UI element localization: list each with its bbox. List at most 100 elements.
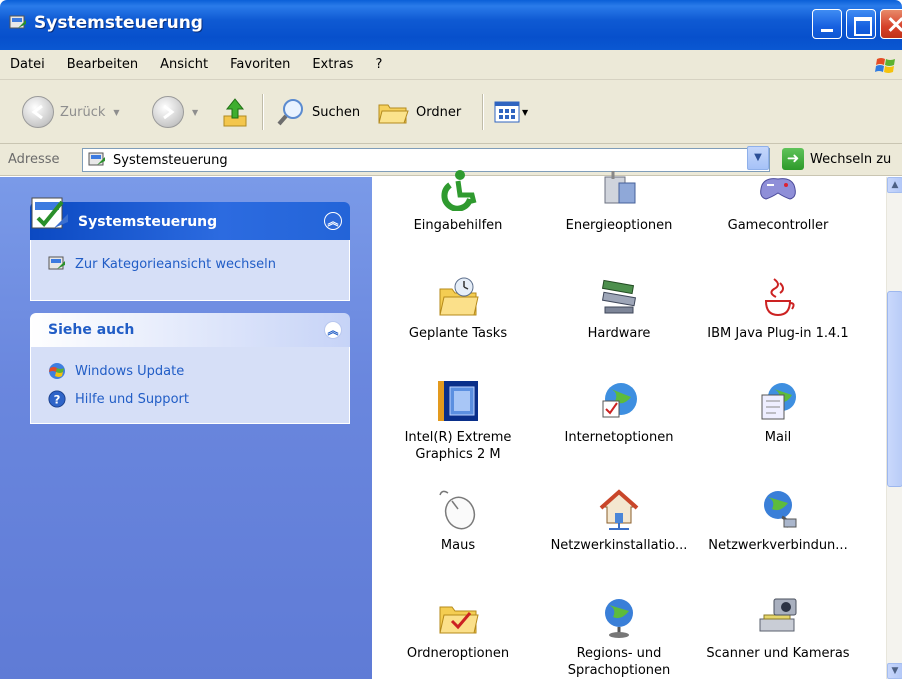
item-netzwerkverbindungen[interactable]: Netzwerkverbindun...	[698, 487, 858, 554]
control-panel-icon	[88, 152, 105, 166]
folder-up-icon	[223, 98, 247, 127]
folder-icon	[378, 104, 409, 124]
item-label: Energieoptionen	[565, 218, 673, 233]
help-support-label: Hilfe und Support	[75, 391, 189, 407]
see-also-box-header[interactable]: Siehe auch ︽	[30, 313, 350, 347]
folders-button[interactable]: Ordner	[376, 94, 461, 130]
close-button[interactable]	[880, 9, 902, 39]
scanner-camera-icon	[759, 598, 797, 632]
collapse-chevron-icon[interactable]: ︽	[324, 212, 342, 230]
toolbar-separator	[262, 94, 264, 130]
views-icon	[494, 101, 520, 123]
item-hardware[interactable]: Hardware	[539, 275, 699, 342]
item-scanner-kameras[interactable]: Scanner und Kameras	[698, 595, 858, 662]
views-button[interactable]: ▼	[494, 94, 528, 130]
item-ordneroptionen[interactable]: Ordneroptionen	[378, 595, 538, 662]
see-also-box-body: Windows Update ? Hilfe und Support	[30, 347, 350, 424]
menu-ansicht[interactable]: Ansicht	[150, 50, 220, 80]
windows-update-icon	[49, 363, 65, 379]
menu-datei[interactable]: Datei	[0, 50, 57, 80]
minimize-button[interactable]	[812, 9, 842, 39]
back-button[interactable]: Zurück ▼	[22, 94, 120, 130]
back-label: Zurück	[60, 104, 106, 120]
scroll-up-button[interactable]: ▲	[887, 177, 902, 193]
menu-help[interactable]: ?	[365, 50, 394, 80]
item-netzwerkinstallation[interactable]: Netzwerkinstallatio...	[539, 487, 699, 554]
search-label: Suchen	[312, 104, 361, 120]
control-panel-icon	[48, 256, 65, 270]
collapse-chevron-icon[interactable]: ︽	[324, 321, 342, 339]
item-label: Geplante Tasks	[408, 326, 508, 341]
item-label: Regions- und Sprachoptionen	[567, 646, 671, 678]
see-also-box: Siehe auch ︽ Windows Update ? Hilfe und …	[30, 313, 350, 424]
control-panel-box-header[interactable]: Systemsteuerung ︽	[30, 197, 350, 240]
item-label: Eingabehilfen	[413, 218, 503, 233]
see-also-box-title: Siehe auch	[48, 322, 135, 338]
address-label: Adresse	[8, 152, 60, 167]
windows-logo-icon	[875, 58, 895, 73]
item-maus[interactable]: Maus	[378, 487, 538, 554]
item-intel-graphics[interactable]: Intel(R) Extreme Graphics 2 M	[378, 379, 538, 463]
hardware-icon	[601, 279, 637, 314]
forward-button[interactable]: ▼	[152, 94, 198, 130]
control-panel-items: Eingabehilfen Energieoptionen Gamecontro…	[372, 170, 886, 679]
go-label: Wechseln zu	[810, 151, 892, 167]
control-panel-icon	[9, 15, 26, 29]
power-options-icon	[604, 171, 636, 204]
network-connections-icon	[764, 491, 797, 528]
scroll-thumb[interactable]	[887, 291, 902, 487]
item-label: Maus	[440, 538, 476, 553]
item-mail[interactable]: Mail	[698, 379, 858, 446]
vertical-scrollbar[interactable]: ▲ ▼	[886, 177, 902, 679]
item-label: IBM Java Plug-in 1.4.1	[707, 326, 849, 341]
item-gamecontroller[interactable]: Gamecontroller	[698, 167, 858, 234]
back-dropdown-icon: ▼	[113, 107, 120, 117]
svg-text:?: ?	[54, 393, 61, 407]
item-label: Hardware	[587, 326, 651, 341]
item-label: Ordneroptionen	[406, 646, 510, 661]
windows-update-link[interactable]: Windows Update	[47, 357, 333, 385]
item-energieoptionen[interactable]: Energieoptionen	[539, 167, 699, 234]
forward-dropdown-icon: ▼	[192, 107, 199, 117]
item-label: Intel(R) Extreme Graphics 2 M	[404, 430, 512, 462]
help-support-link[interactable]: ? Hilfe und Support	[47, 385, 333, 413]
menu-extras[interactable]: Extras	[302, 50, 365, 80]
mouse-icon	[439, 490, 476, 530]
maximize-button[interactable]	[846, 9, 876, 39]
item-geplante-tasks[interactable]: Geplante Tasks	[378, 275, 538, 342]
accessibility-icon	[441, 170, 477, 211]
control-panel-box-body: Zur Kategorieansicht wechseln	[30, 240, 350, 301]
menu-bearbeiten[interactable]: Bearbeiten	[57, 50, 150, 80]
switch-category-view-link[interactable]: Zur Kategorieansicht wechseln	[47, 250, 333, 278]
folder-options-icon	[439, 606, 479, 634]
windows-update-label: Windows Update	[75, 363, 185, 379]
item-regionsoptionen[interactable]: Regions- und Sprachoptionen	[539, 595, 699, 679]
forward-arrow-icon	[152, 96, 184, 128]
intel-graphics-icon	[438, 381, 478, 421]
item-label: Internetoptionen	[564, 430, 674, 445]
toolbar: Zurück ▼ ▼ Suchen Ordner ▼	[0, 80, 902, 144]
toolbar-separator	[482, 94, 484, 130]
item-label: Scanner und Kameras	[706, 646, 850, 661]
menu-favoriten[interactable]: Favoriten	[220, 50, 302, 80]
search-icon	[277, 99, 303, 126]
search-button[interactable]: Suchen	[276, 94, 360, 130]
switch-category-view-label: Zur Kategorieansicht wechseln	[75, 256, 276, 272]
help-icon: ?	[48, 390, 66, 408]
item-ibm-java[interactable]: IBM Java Plug-in 1.4.1	[698, 275, 858, 342]
internet-options-icon	[602, 383, 637, 418]
scroll-down-button[interactable]: ▼	[887, 663, 902, 679]
item-internetoptionen[interactable]: Internetoptionen	[539, 379, 699, 446]
item-label: Netzwerkinstallatio...	[550, 538, 688, 553]
window-title: Systemsteuerung	[34, 13, 203, 33]
gamepad-icon	[760, 178, 796, 200]
folders-label: Ordner	[416, 104, 462, 120]
java-icon	[764, 278, 795, 317]
regional-options-icon	[605, 599, 633, 638]
up-button[interactable]	[220, 94, 250, 130]
item-label: Gamecontroller	[727, 218, 829, 233]
control-panel-icon	[31, 197, 68, 229]
item-label: Netzwerkverbindun...	[708, 538, 848, 553]
task-pane: Systemsteuerung ︽ Zur Kategorieansicht w…	[0, 177, 372, 679]
item-eingabehilfen[interactable]: Eingabehilfen	[378, 167, 538, 234]
